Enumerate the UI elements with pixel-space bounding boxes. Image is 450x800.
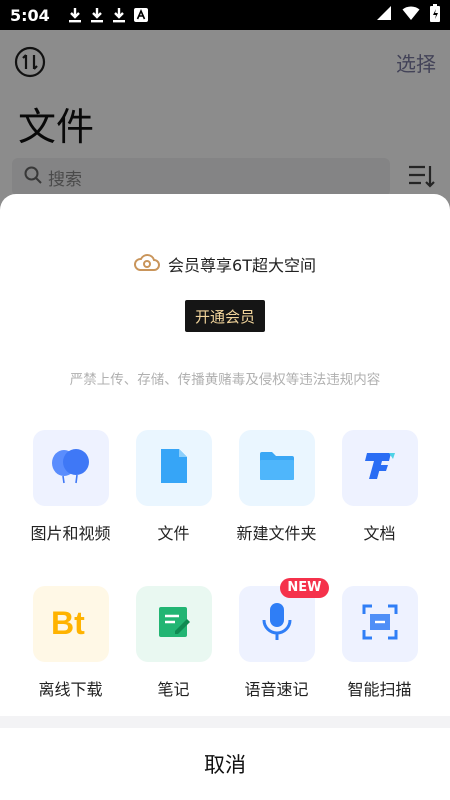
note-icon xyxy=(157,605,191,643)
action-label: 语音速记 xyxy=(244,680,309,699)
action-label: 新建文件夹 xyxy=(236,524,317,543)
file-tile[interactable] xyxy=(135,430,212,506)
bt-download-icon: Bt xyxy=(51,605,91,643)
action-note[interactable]: 笔记 xyxy=(122,586,225,700)
file-icon xyxy=(159,447,189,489)
app-a-icon xyxy=(130,8,152,22)
status-time: 5:04 xyxy=(10,5,50,25)
signal-icon xyxy=(376,5,392,25)
sheet-divider xyxy=(0,716,450,728)
document-tile[interactable] xyxy=(341,430,418,506)
status-bar: 5:04 xyxy=(0,0,450,30)
promo-text: 会员尊享6T超大空间 xyxy=(168,256,316,275)
battery-icon xyxy=(430,4,440,26)
photo-video-icon xyxy=(50,448,92,488)
scan-icon xyxy=(362,604,398,644)
action-voice-memo[interactable]: NEW 语音速记 xyxy=(225,578,329,700)
download-icon xyxy=(86,7,108,23)
open-vip-button[interactable]: 开通会员 xyxy=(185,300,265,332)
action-label: 文件 xyxy=(157,524,190,543)
new-badge: NEW xyxy=(280,578,329,598)
upload-bottom-sheet: 会员尊享6T超大空间 开通会员 严禁上传、存储、传播黄赌毒及侵权等违法违规内容 … xyxy=(0,194,450,800)
cancel-button[interactable]: 取消 xyxy=(0,728,450,800)
microphone-tile[interactable]: NEW xyxy=(238,578,329,662)
microphone-icon xyxy=(262,602,292,646)
scan-tile[interactable] xyxy=(341,586,418,662)
action-new-folder[interactable]: 新建文件夹 xyxy=(225,430,328,544)
bt-download-tile[interactable]: Bt xyxy=(32,586,109,662)
action-smart-scan[interactable]: 智能扫描 xyxy=(328,586,431,700)
status-right-icons xyxy=(376,4,440,26)
action-label: 离线下载 xyxy=(38,680,103,699)
download-icon xyxy=(108,7,130,23)
document-icon xyxy=(363,451,397,485)
cloud-icon xyxy=(134,252,160,276)
action-file[interactable]: 文件 xyxy=(122,430,225,544)
folder-icon xyxy=(259,451,295,485)
note-tile[interactable] xyxy=(135,586,212,662)
action-label: 文档 xyxy=(363,524,396,543)
vip-promo: 会员尊享6T超大空间 xyxy=(0,252,450,276)
folder-tile[interactable] xyxy=(238,430,315,506)
photo-video-tile[interactable] xyxy=(32,430,109,506)
action-offline-download[interactable]: Bt 离线下载 xyxy=(19,586,122,700)
download-icon xyxy=(64,7,86,23)
action-label: 笔记 xyxy=(157,680,190,699)
action-label: 智能扫描 xyxy=(347,680,412,699)
content-policy-notice: 严禁上传、存储、传播黄赌毒及侵权等违法违规内容 xyxy=(69,372,381,388)
action-label: 图片和视频 xyxy=(30,524,111,543)
wifi-icon xyxy=(402,5,420,25)
action-document[interactable]: 文档 xyxy=(328,430,431,544)
action-photos-videos[interactable]: 图片和视频 xyxy=(19,430,122,544)
svg-text:Bt: Bt xyxy=(51,605,85,639)
